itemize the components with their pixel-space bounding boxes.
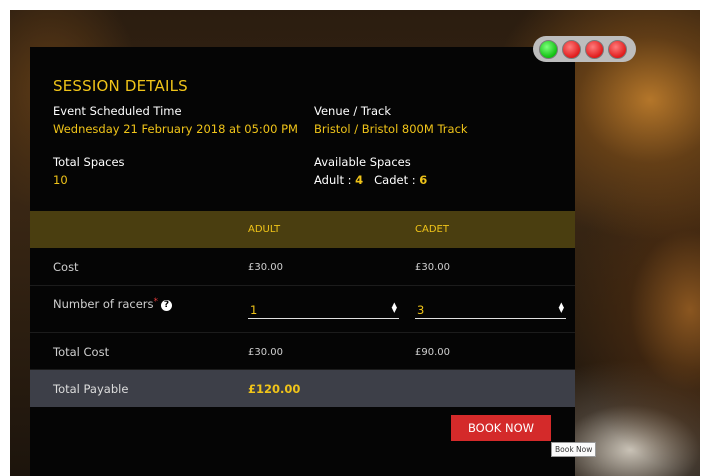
cost-adult: £30.00: [248, 262, 283, 273]
session-details-heading: SESSION DETAILS: [53, 77, 188, 95]
adult-available-label: Adult :: [314, 173, 352, 187]
up-down-arrows-icon: ▲ ▼: [391, 301, 397, 314]
green-circle-icon[interactable]: [539, 39, 558, 59]
total-cost-label: Total Cost: [53, 345, 110, 359]
red-circle-icon[interactable]: [608, 39, 627, 59]
question-circle-icon[interactable]: ?: [161, 300, 172, 311]
red-circle-icon[interactable]: [562, 39, 581, 59]
book-now-button[interactable]: BOOK NOW: [451, 415, 551, 441]
adult-racers-value: 1: [250, 303, 258, 317]
up-down-arrows-icon: ▲ ▼: [558, 301, 564, 314]
total-payable-value: £120.00: [248, 382, 301, 396]
total-spaces-label: Total Spaces: [53, 155, 125, 169]
event-time-value: Wednesday 21 February 2018 at 05:00 PM: [53, 122, 298, 136]
cost-cadet: £30.00: [415, 262, 450, 273]
racers-row: Number of racers*? 1 ▲ ▼ 3 ▲ ▼: [30, 286, 575, 333]
racers-label-group: Number of racers*?: [53, 297, 172, 311]
total-cost-adult: £30.00: [248, 347, 283, 358]
cadet-racers-select[interactable]: 3 ▲ ▼: [415, 299, 566, 319]
total-payable-label: Total Payable: [53, 382, 129, 396]
column-header-adult: ADULT: [248, 224, 281, 235]
venue-value: Bristol / Bristol 800M Track: [314, 122, 468, 136]
red-circle-icon[interactable]: [585, 39, 604, 59]
total-cost-row: Total Cost £30.00 £90.00: [30, 333, 575, 370]
column-header-cadet: CADET: [415, 224, 449, 235]
book-now-tooltip: Book Now: [551, 442, 597, 457]
total-payable-row: Total Payable £120.00: [30, 370, 575, 407]
available-spaces-label: Available Spaces: [314, 155, 411, 169]
cost-row: Cost £30.00 £30.00: [30, 248, 575, 286]
total-spaces-value: 10: [53, 173, 68, 187]
venue-label: Venue / Track: [314, 104, 391, 118]
window-controls: [533, 36, 636, 62]
total-cost-cadet: £90.00: [415, 347, 450, 358]
adult-available-count: 4: [355, 173, 364, 187]
cadet-available-label: Cadet :: [374, 173, 416, 187]
required-asterisk: *: [153, 297, 159, 307]
event-time-label: Event Scheduled Time: [53, 104, 182, 118]
adult-racers-select[interactable]: 1 ▲ ▼: [248, 299, 399, 319]
racers-label: Number of racers: [53, 297, 154, 311]
cadet-racers-value: 3: [417, 303, 425, 317]
pricing-table-header: ADULT CADET: [30, 211, 575, 248]
session-panel: SESSION DETAILS Event Scheduled Time Wed…: [30, 47, 575, 476]
cadet-available-count: 6: [419, 173, 428, 187]
cost-label: Cost: [53, 260, 79, 274]
available-spaces-breakdown: Adult : 4 Cadet : 6: [314, 173, 427, 187]
